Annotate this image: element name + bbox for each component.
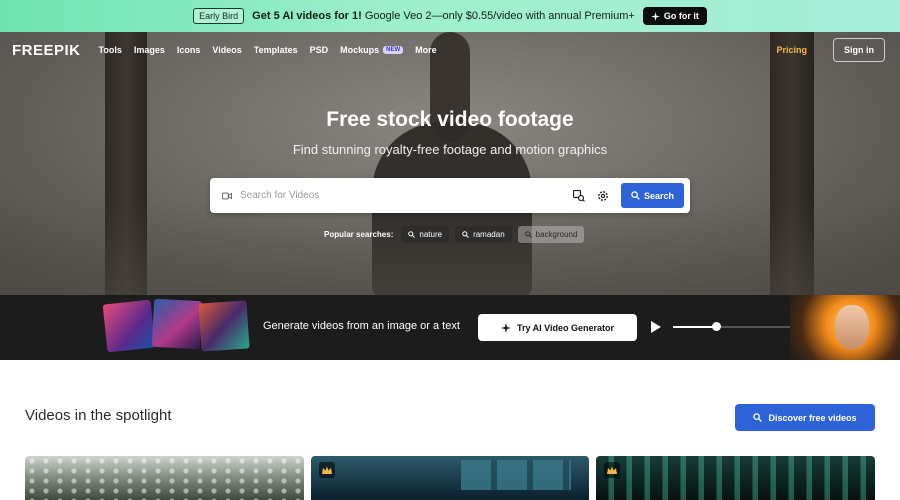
nav-item-templates[interactable]: Templates <box>254 45 298 55</box>
go-for-it-button[interactable]: Go for it <box>642 7 707 25</box>
popular-chip-label: background <box>535 230 578 239</box>
promo-highlight: Get 5 AI videos for 1! <box>252 10 362 22</box>
image-search-button[interactable] <box>571 188 587 204</box>
nav-right: Pricing Sign in <box>776 38 885 62</box>
play-icon[interactable] <box>651 321 661 333</box>
search-settings-button[interactable] <box>595 188 611 204</box>
discover-free-videos-button[interactable]: Discover free videos <box>735 404 875 431</box>
video-card-1[interactable] <box>25 456 304 500</box>
popular-searches: Popular searches: nature ramadan backgro… <box>324 226 585 243</box>
search-icon <box>408 231 416 238</box>
promo-text: Google Veo 2—only $0.55/video with annua… <box>361 10 635 22</box>
image-search-icon <box>572 189 585 202</box>
premium-crown-icon <box>604 462 620 478</box>
premium-crown-icon <box>319 462 335 478</box>
promo-message: Get 5 AI videos for 1! Google Veo 2—only… <box>252 10 635 22</box>
banner-thumbnail-3 <box>198 300 250 352</box>
nav-item-psd[interactable]: PSD <box>310 45 329 55</box>
search-input[interactable] <box>240 190 567 201</box>
video-progress-handle[interactable] <box>712 322 721 331</box>
popular-chip-nature[interactable]: nature <box>401 226 450 243</box>
banner-text: Generate videos from an image or a text <box>263 320 460 332</box>
nav-item-more[interactable]: More <box>415 45 437 55</box>
video-card-1-image <box>25 456 304 500</box>
try-ai-video-generator-button[interactable]: Try AI Video Generator <box>478 314 637 341</box>
sign-in-button[interactable]: Sign in <box>833 38 885 62</box>
portrait-face <box>835 305 869 349</box>
video-card-3-image <box>596 456 875 500</box>
sparkle-icon <box>500 322 511 333</box>
nav-item-mockups[interactable]: Mockups NEW <box>340 45 404 55</box>
banner-thumbnail-2 <box>151 298 203 350</box>
search-icon <box>462 231 469 238</box>
freepik-logo[interactable]: FREEPIK <box>12 42 81 59</box>
new-badge: NEW <box>383 46 404 54</box>
nav-item-mockups-label: Mockups <box>340 45 380 55</box>
go-for-it-label: Go for it <box>663 11 699 21</box>
popular-chip-label: nature <box>419 230 443 239</box>
search-button[interactable]: Search <box>620 183 684 208</box>
video-progress-fill <box>673 326 717 328</box>
search-icon <box>753 413 763 422</box>
search-icon <box>524 231 532 238</box>
sparkle-icon <box>650 11 660 21</box>
hero-background-horizon <box>0 202 900 295</box>
hero-subtitle: Find stunning royalty-free footage and m… <box>292 142 608 157</box>
promo-bar: Early Bird Get 5 AI videos for 1! Google… <box>0 0 900 32</box>
search-icon <box>631 191 640 200</box>
ai-video-banner: Generate videos from an image or a text … <box>0 295 900 360</box>
nav-item-videos[interactable]: Videos <box>212 45 241 55</box>
nav-item-tools[interactable]: Tools <box>99 45 122 55</box>
banner-portrait-image <box>790 295 900 360</box>
video-card-2-image <box>461 460 571 490</box>
video-progress-track[interactable] <box>673 326 793 328</box>
pricing-link[interactable]: Pricing <box>776 45 807 55</box>
nav-item-images[interactable]: Images <box>134 45 165 55</box>
early-bird-badge: Early Bird <box>193 8 245 24</box>
hero-title: Free stock video footage <box>326 108 574 131</box>
video-card-2[interactable] <box>311 456 589 500</box>
popular-chip-ramadan[interactable]: ramadan <box>455 226 512 243</box>
banner-thumbnail-1 <box>102 299 156 353</box>
nav-item-icons[interactable]: Icons <box>177 45 201 55</box>
video-card-3[interactable] <box>596 456 875 500</box>
video-camera-icon <box>222 192 232 199</box>
gear-icon <box>598 190 608 201</box>
discover-free-videos-label: Discover free videos <box>768 412 857 423</box>
main-nav: FREEPIK Tools Images Icons Videos Templa… <box>0 32 900 68</box>
try-ai-video-generator-label: Try AI Video Generator <box>516 322 615 333</box>
search-bar: Search <box>210 178 690 213</box>
popular-chip-label: ramadan <box>473 230 505 239</box>
spotlight-title: Videos in the spotlight <box>25 407 172 424</box>
search-button-label: Search <box>643 190 674 201</box>
hero-section <box>0 32 900 295</box>
popular-searches-label: Popular searches: <box>324 230 394 239</box>
popular-chip-background[interactable]: background <box>517 226 585 243</box>
